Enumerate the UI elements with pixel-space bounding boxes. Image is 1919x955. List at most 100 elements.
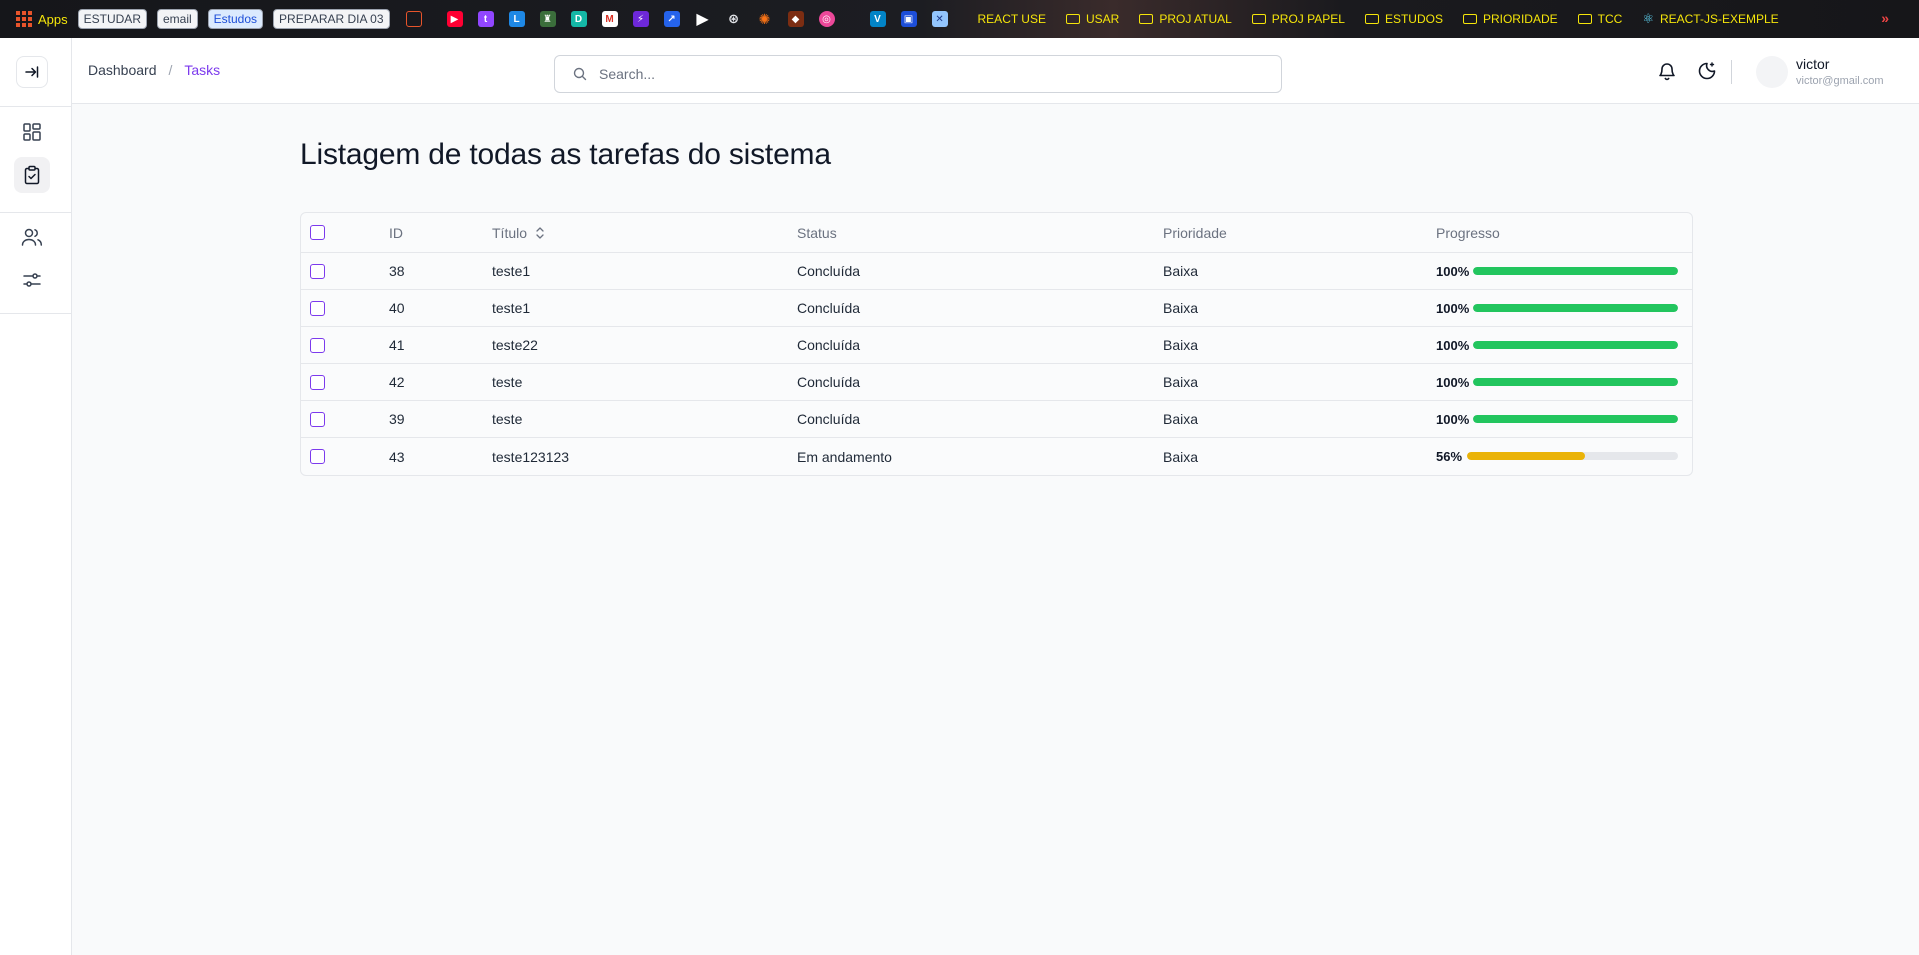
twitch-icon[interactable]: t — [477, 11, 494, 27]
table-row[interactable]: 39 teste Concluída Baixa 100% — [301, 401, 1692, 438]
bookmark-folder-prioridade[interactable]: PRIORIDADE — [1462, 12, 1558, 26]
bookmark-folder-usar[interactable]: USAR — [1065, 12, 1119, 26]
bookmarks-more-icon[interactable]: » — [1881, 10, 1889, 26]
sort-icon[interactable] — [535, 226, 545, 240]
task-priority: Baixa — [1163, 448, 1199, 465]
gmail-icon[interactable]: M — [601, 11, 618, 27]
select-all-checkbox[interactable] — [310, 225, 325, 240]
sidebar-item-tasks[interactable] — [14, 157, 50, 193]
bookmark-folder-proj-atual[interactable]: PROJ ATUAL — [1139, 12, 1232, 26]
table-row[interactable]: 38 teste1 Concluída Baixa 100% — [301, 253, 1692, 290]
bookmark-pill-email[interactable]: email — [156, 9, 198, 29]
bookmark-d-icon[interactable]: D — [570, 11, 587, 27]
task-status: Concluída — [797, 300, 861, 316]
sidebar-divider — [0, 106, 71, 107]
row-checkbox[interactable] — [310, 374, 325, 390]
task-status: Em andamento — [797, 448, 892, 465]
folder-icon — [1065, 14, 1080, 24]
notifications-button[interactable] — [1656, 60, 1678, 82]
bookmark-apps[interactable]: Apps — [16, 11, 68, 27]
task-title: teste1 — [492, 300, 531, 316]
bookmark-folder-estudos[interactable]: ESTUDOS — [1364, 12, 1443, 26]
bookmark-l-icon[interactable]: L — [508, 11, 525, 27]
progress-bar-fill — [1473, 267, 1678, 275]
column-header-priority: Prioridade — [1163, 224, 1227, 241]
bookmark-pill-estudar[interactable]: ESTUDAR — [77, 9, 147, 29]
progress-bar — [1473, 415, 1678, 423]
folder-icon — [1251, 14, 1266, 24]
task-status: Concluída — [797, 411, 861, 427]
theme-toggle-button[interactable] — [1696, 60, 1718, 82]
search-input[interactable] — [599, 66, 1239, 82]
table-row[interactable]: 40 teste1 Concluída Baixa 100% — [301, 290, 1692, 327]
table-row[interactable]: 41 teste22 Concluída Baixa 100% — [301, 327, 1692, 364]
progress-bar — [1473, 341, 1678, 349]
task-id: 40 — [389, 300, 405, 316]
bookmark-photo-icon[interactable]: ◆ — [787, 11, 804, 27]
bookmark-crest-icon[interactable]: ♜ — [539, 11, 556, 27]
tasks-table: ID Título Status Prioridade Progresso 38… — [300, 212, 1693, 476]
row-checkbox[interactable] — [310, 300, 325, 316]
progress-bar-fill — [1467, 452, 1586, 460]
top-header: Dashboard / Tasks victor victor@gmail.co… — [72, 38, 1919, 104]
progress-bar — [1473, 267, 1678, 275]
folder-icon — [1364, 14, 1379, 24]
grid-bookmark-icon[interactable] — [405, 11, 422, 27]
bookmark-folder-proj-papel[interactable]: PROJ PAPEL — [1251, 12, 1345, 26]
task-id: 39 — [389, 411, 405, 427]
table-row[interactable]: 43 teste123123 Em andamento Baixa 56% — [301, 438, 1692, 475]
task-status: Concluída — [797, 337, 861, 353]
progress-bar — [1473, 304, 1678, 312]
row-checkbox[interactable] — [310, 337, 325, 353]
task-priority: Baixa — [1163, 263, 1199, 279]
bookmark-folder-tcc[interactable]: TCC — [1577, 12, 1622, 26]
row-checkbox[interactable] — [310, 263, 325, 279]
avatar[interactable] — [1756, 56, 1788, 88]
row-checkbox[interactable] — [310, 449, 325, 464]
react-icon: ⚛ — [1642, 11, 1654, 26]
progress-bar-fill — [1473, 378, 1678, 386]
progress-label: 100% — [1436, 374, 1470, 390]
task-progress: 100% — [1436, 364, 1474, 400]
bookmarks-bar: Apps ESTUDAR email Estudos PREPARAR DIA … — [0, 0, 1919, 38]
progress-bar-fill — [1473, 341, 1678, 349]
task-priority: Baixa — [1163, 374, 1199, 390]
bookmark-react-js-exemple[interactable]: ⚛ REACT-JS-EXEMPLE — [1642, 11, 1778, 27]
openai-icon[interactable]: ⊛ — [726, 11, 742, 27]
sidebar-item-settings[interactable] — [14, 262, 50, 298]
dribbble-icon[interactable]: ◎ — [818, 11, 835, 27]
row-checkbox[interactable] — [310, 411, 325, 427]
breadcrumb-dashboard[interactable]: Dashboard — [88, 62, 157, 78]
bookmark-pill-preparar[interactable]: PREPARAR DIA 03 — [273, 9, 390, 29]
table-row[interactable]: 42 teste Concluída Baixa 100% — [301, 364, 1692, 401]
bookmark-x-icon[interactable]: ✕ — [931, 11, 948, 27]
sidebar-item-dashboard[interactable] — [14, 114, 50, 150]
bookmark-box-icon[interactable]: ▣ — [900, 11, 917, 27]
user-name: victor — [1796, 56, 1830, 72]
bookmark-folder-react-use[interactable]: REACT USE — [978, 12, 1046, 26]
play-icon[interactable]: ▶ — [695, 11, 711, 28]
task-title: teste — [492, 411, 523, 427]
search-box[interactable] — [554, 55, 1282, 93]
settings-sliders-icon — [23, 273, 41, 287]
bolt-icon[interactable]: ⚡ — [632, 11, 649, 27]
column-header-title[interactable]: Título — [492, 213, 545, 252]
bookmark-pill-estudos[interactable]: Estudos — [207, 9, 264, 29]
task-priority: Baixa — [1163, 300, 1199, 316]
sidebar-toggle-button[interactable] — [16, 56, 48, 88]
vscode-icon[interactable]: V — [869, 11, 886, 27]
task-progress: 100% — [1436, 401, 1474, 437]
progress-bar — [1473, 378, 1678, 386]
apps-grid-icon — [16, 11, 32, 27]
theme-moon-icon — [1698, 62, 1716, 80]
spark-icon[interactable]: ✺ — [757, 11, 773, 27]
task-title: teste22 — [492, 337, 538, 353]
sidebar-item-users[interactable] — [14, 219, 50, 255]
task-id: 42 — [389, 374, 405, 390]
bookmark-blue-icon[interactable]: ↗ — [663, 11, 680, 27]
page-title: Listagem de todas as tarefas do sistema — [300, 138, 831, 171]
progress-label: 100% — [1436, 411, 1470, 427]
progress-bar — [1467, 452, 1678, 460]
youtube-icon[interactable]: ▶ — [446, 11, 463, 27]
progress-bar-fill — [1473, 415, 1678, 423]
